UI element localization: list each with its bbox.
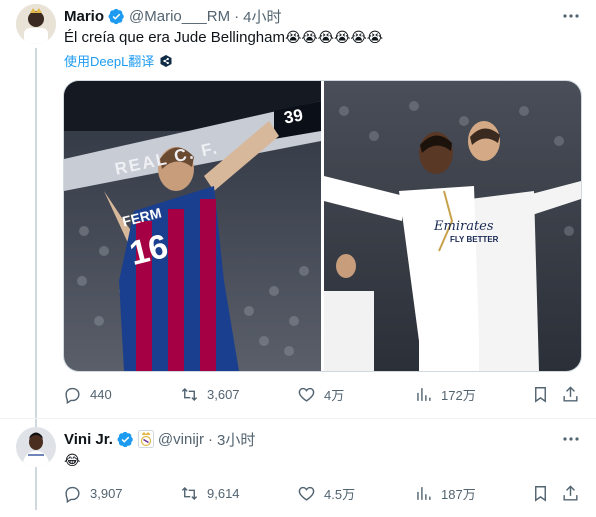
avatar[interactable] xyxy=(16,427,56,467)
crying-emoji: 😭😭😭😭😭😭 xyxy=(284,29,384,45)
like-count: 4万 xyxy=(324,388,345,403)
views-button[interactable]: 187万 xyxy=(414,484,476,503)
retweet-icon xyxy=(181,486,198,501)
translate-link[interactable]: 使用DeepL翻译 xyxy=(64,51,154,70)
share-icon xyxy=(563,485,578,501)
bookmark-icon xyxy=(535,387,546,403)
share-button[interactable] xyxy=(561,484,580,503)
bookmark-button[interactable] xyxy=(531,385,550,404)
scoreboard-clock: 39 xyxy=(282,105,305,128)
timestamp[interactable]: 3小时 xyxy=(217,429,255,450)
tweet-text: Él creía que era Jude Bellingham😭😭😭😭😭😭 xyxy=(64,29,383,46)
tweet-text-body: Él creía que era Jude Bellingham xyxy=(64,29,285,46)
laughing-emoji: 😂 xyxy=(64,452,81,468)
retweet-button[interactable]: 3,607 xyxy=(180,385,240,404)
media-image-left[interactable]: REAL C. F. 39 FERM 16 xyxy=(64,81,321,371)
divider xyxy=(0,418,596,419)
views-count: 172万 xyxy=(441,388,476,403)
like-button[interactable]: 4.5万 xyxy=(297,484,355,503)
views-button[interactable]: 172万 xyxy=(414,385,476,404)
heart-icon xyxy=(298,387,315,402)
reply-button[interactable]: 3,907 xyxy=(63,484,123,503)
timestamp[interactable]: 4小时 xyxy=(243,6,281,27)
reply-icon xyxy=(65,387,80,404)
reply-button[interactable]: 440 xyxy=(63,385,112,404)
more-options-icon[interactable] xyxy=(561,6,581,26)
like-count: 4.5万 xyxy=(324,487,356,502)
like-button[interactable]: 4万 xyxy=(297,385,344,404)
more-options-icon[interactable] xyxy=(561,429,581,449)
handle[interactable]: @vinijr xyxy=(158,431,204,448)
avatar[interactable] xyxy=(16,4,56,44)
dot-separator: · xyxy=(234,7,240,25)
display-name[interactable]: Mario xyxy=(64,8,104,25)
deepl-icon xyxy=(160,54,172,67)
views-icon xyxy=(417,388,431,401)
reply-count: 440 xyxy=(90,387,112,402)
media-image-right[interactable]: Emirates FLY BETTER xyxy=(324,81,581,371)
media-grid[interactable]: REAL C. F. 39 FERM 16 Emirates FLY BETTE… xyxy=(63,80,582,372)
sponsor-text: Emirates xyxy=(434,219,494,234)
retweet-count: 3,607 xyxy=(207,387,240,402)
sponsor-sub-text: FLY BETTER xyxy=(450,235,499,244)
reply-icon xyxy=(65,486,80,503)
verified-badge-icon xyxy=(108,8,124,24)
heart-icon xyxy=(298,486,315,501)
views-icon xyxy=(417,487,431,500)
views-count: 187万 xyxy=(441,487,476,502)
verified-badge-icon xyxy=(117,431,133,447)
bookmark-icon xyxy=(535,486,546,502)
dot-separator: · xyxy=(207,430,213,448)
share-icon xyxy=(563,386,578,402)
retweet-icon xyxy=(181,387,198,402)
display-name[interactable]: Vini Jr. xyxy=(64,431,113,448)
real-madrid-badge-icon xyxy=(137,430,154,448)
share-button[interactable] xyxy=(561,385,580,404)
bookmark-button[interactable] xyxy=(531,484,550,503)
handle[interactable]: @Mario___RM xyxy=(129,8,230,25)
retweet-count: 9,614 xyxy=(207,486,240,501)
retweet-button[interactable]: 9,614 xyxy=(180,484,240,503)
reply-count: 3,907 xyxy=(90,486,123,501)
